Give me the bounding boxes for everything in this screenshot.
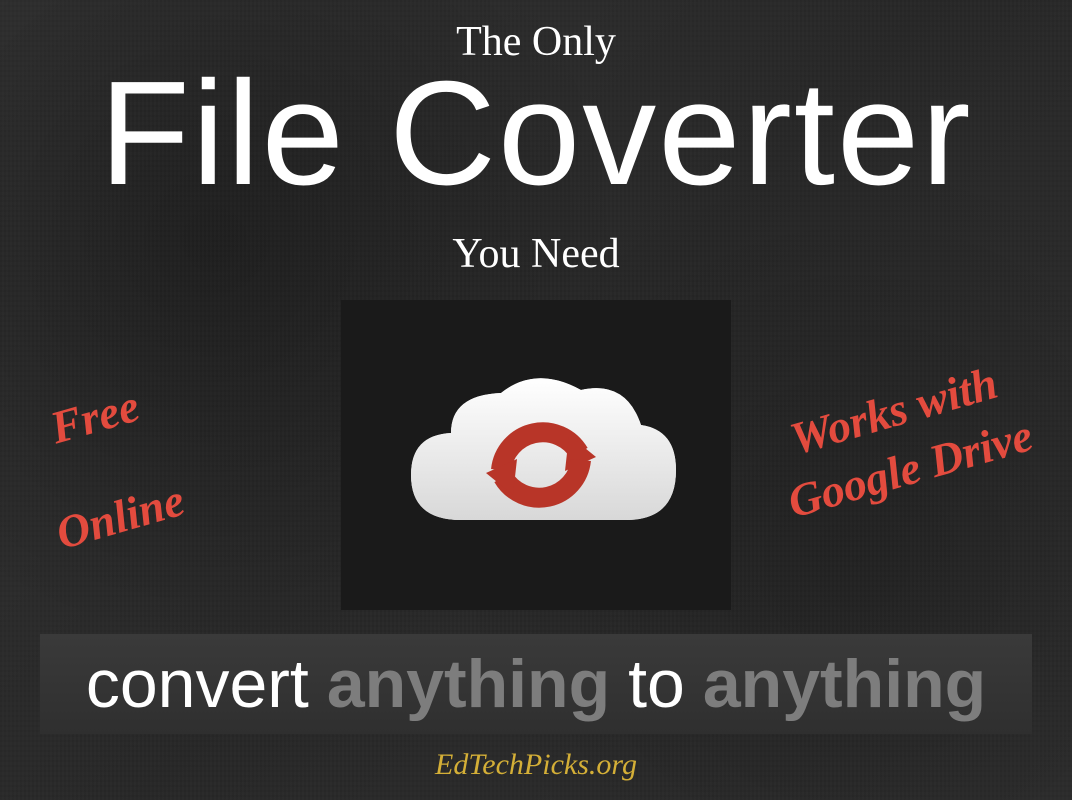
main-title: File Coverter — [99, 60, 972, 208]
subtitle-text: You Need — [452, 230, 619, 278]
tagline-word-to: to — [628, 645, 685, 723]
tagline-word-anything-1: anything — [327, 645, 610, 723]
feature-online-label: Online — [50, 473, 190, 560]
cloud-sync-icon — [386, 355, 686, 555]
footer-url: EdTechPicks.org — [435, 748, 637, 782]
tagline-word-convert: convert — [86, 645, 309, 723]
tagline-bar: convert anything to anything — [40, 634, 1032, 734]
logo-container — [341, 300, 731, 610]
feature-free-label: Free — [44, 379, 145, 455]
tagline-word-anything-2: anything — [703, 645, 986, 723]
feature-google-drive-label: Works with Google Drive — [741, 341, 1062, 539]
